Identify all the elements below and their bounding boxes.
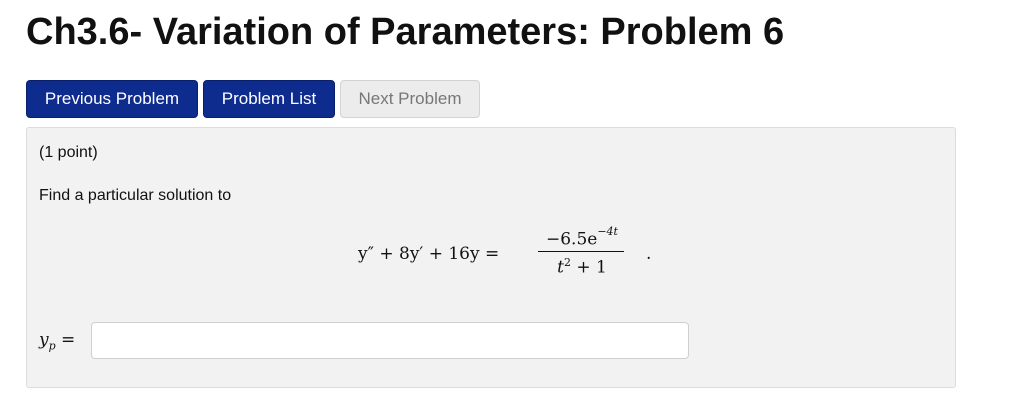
problem-panel: (1 point) Find a particular solution to … bbox=[26, 127, 956, 388]
previous-problem-button[interactable]: Previous Problem bbox=[26, 80, 198, 118]
numerator-exponent: −4t bbox=[597, 225, 618, 238]
denominator-rest: + 1 bbox=[570, 257, 607, 278]
fraction-bar bbox=[538, 251, 624, 252]
numerator-text: −6.5e bbox=[546, 229, 598, 250]
answer-label: yp = bbox=[39, 330, 75, 352]
next-problem-button: Next Problem bbox=[340, 80, 480, 118]
fraction-denominator: t2 + 1 bbox=[536, 256, 628, 278]
answer-label-equals: = bbox=[55, 330, 76, 350]
answer-label-subscript: p bbox=[48, 339, 56, 353]
answer-label-variable: y bbox=[39, 330, 49, 350]
denominator-variable: t bbox=[557, 257, 564, 278]
problem-list-button[interactable]: Problem List bbox=[203, 80, 335, 118]
page-title: Ch3.6- Variation of Parameters: Problem … bbox=[26, 11, 785, 53]
denominator-exponent: 2 bbox=[563, 256, 571, 269]
problem-prompt: Find a particular solution to bbox=[39, 187, 232, 204]
point-value: (1 point) bbox=[39, 144, 98, 161]
answer-input[interactable] bbox=[91, 322, 689, 359]
fraction-numerator: −6.5e−4t bbox=[536, 225, 628, 250]
equation-fraction: −6.5e−4t t2 + 1 bbox=[536, 224, 628, 284]
differential-equation: y″ + 8y′ + 16y = −6.5e−4t t2 + 1 . bbox=[358, 224, 658, 284]
equation-period: . bbox=[646, 244, 652, 264]
equation-left-side: y″ + 8y′ + 16y = bbox=[358, 244, 500, 264]
